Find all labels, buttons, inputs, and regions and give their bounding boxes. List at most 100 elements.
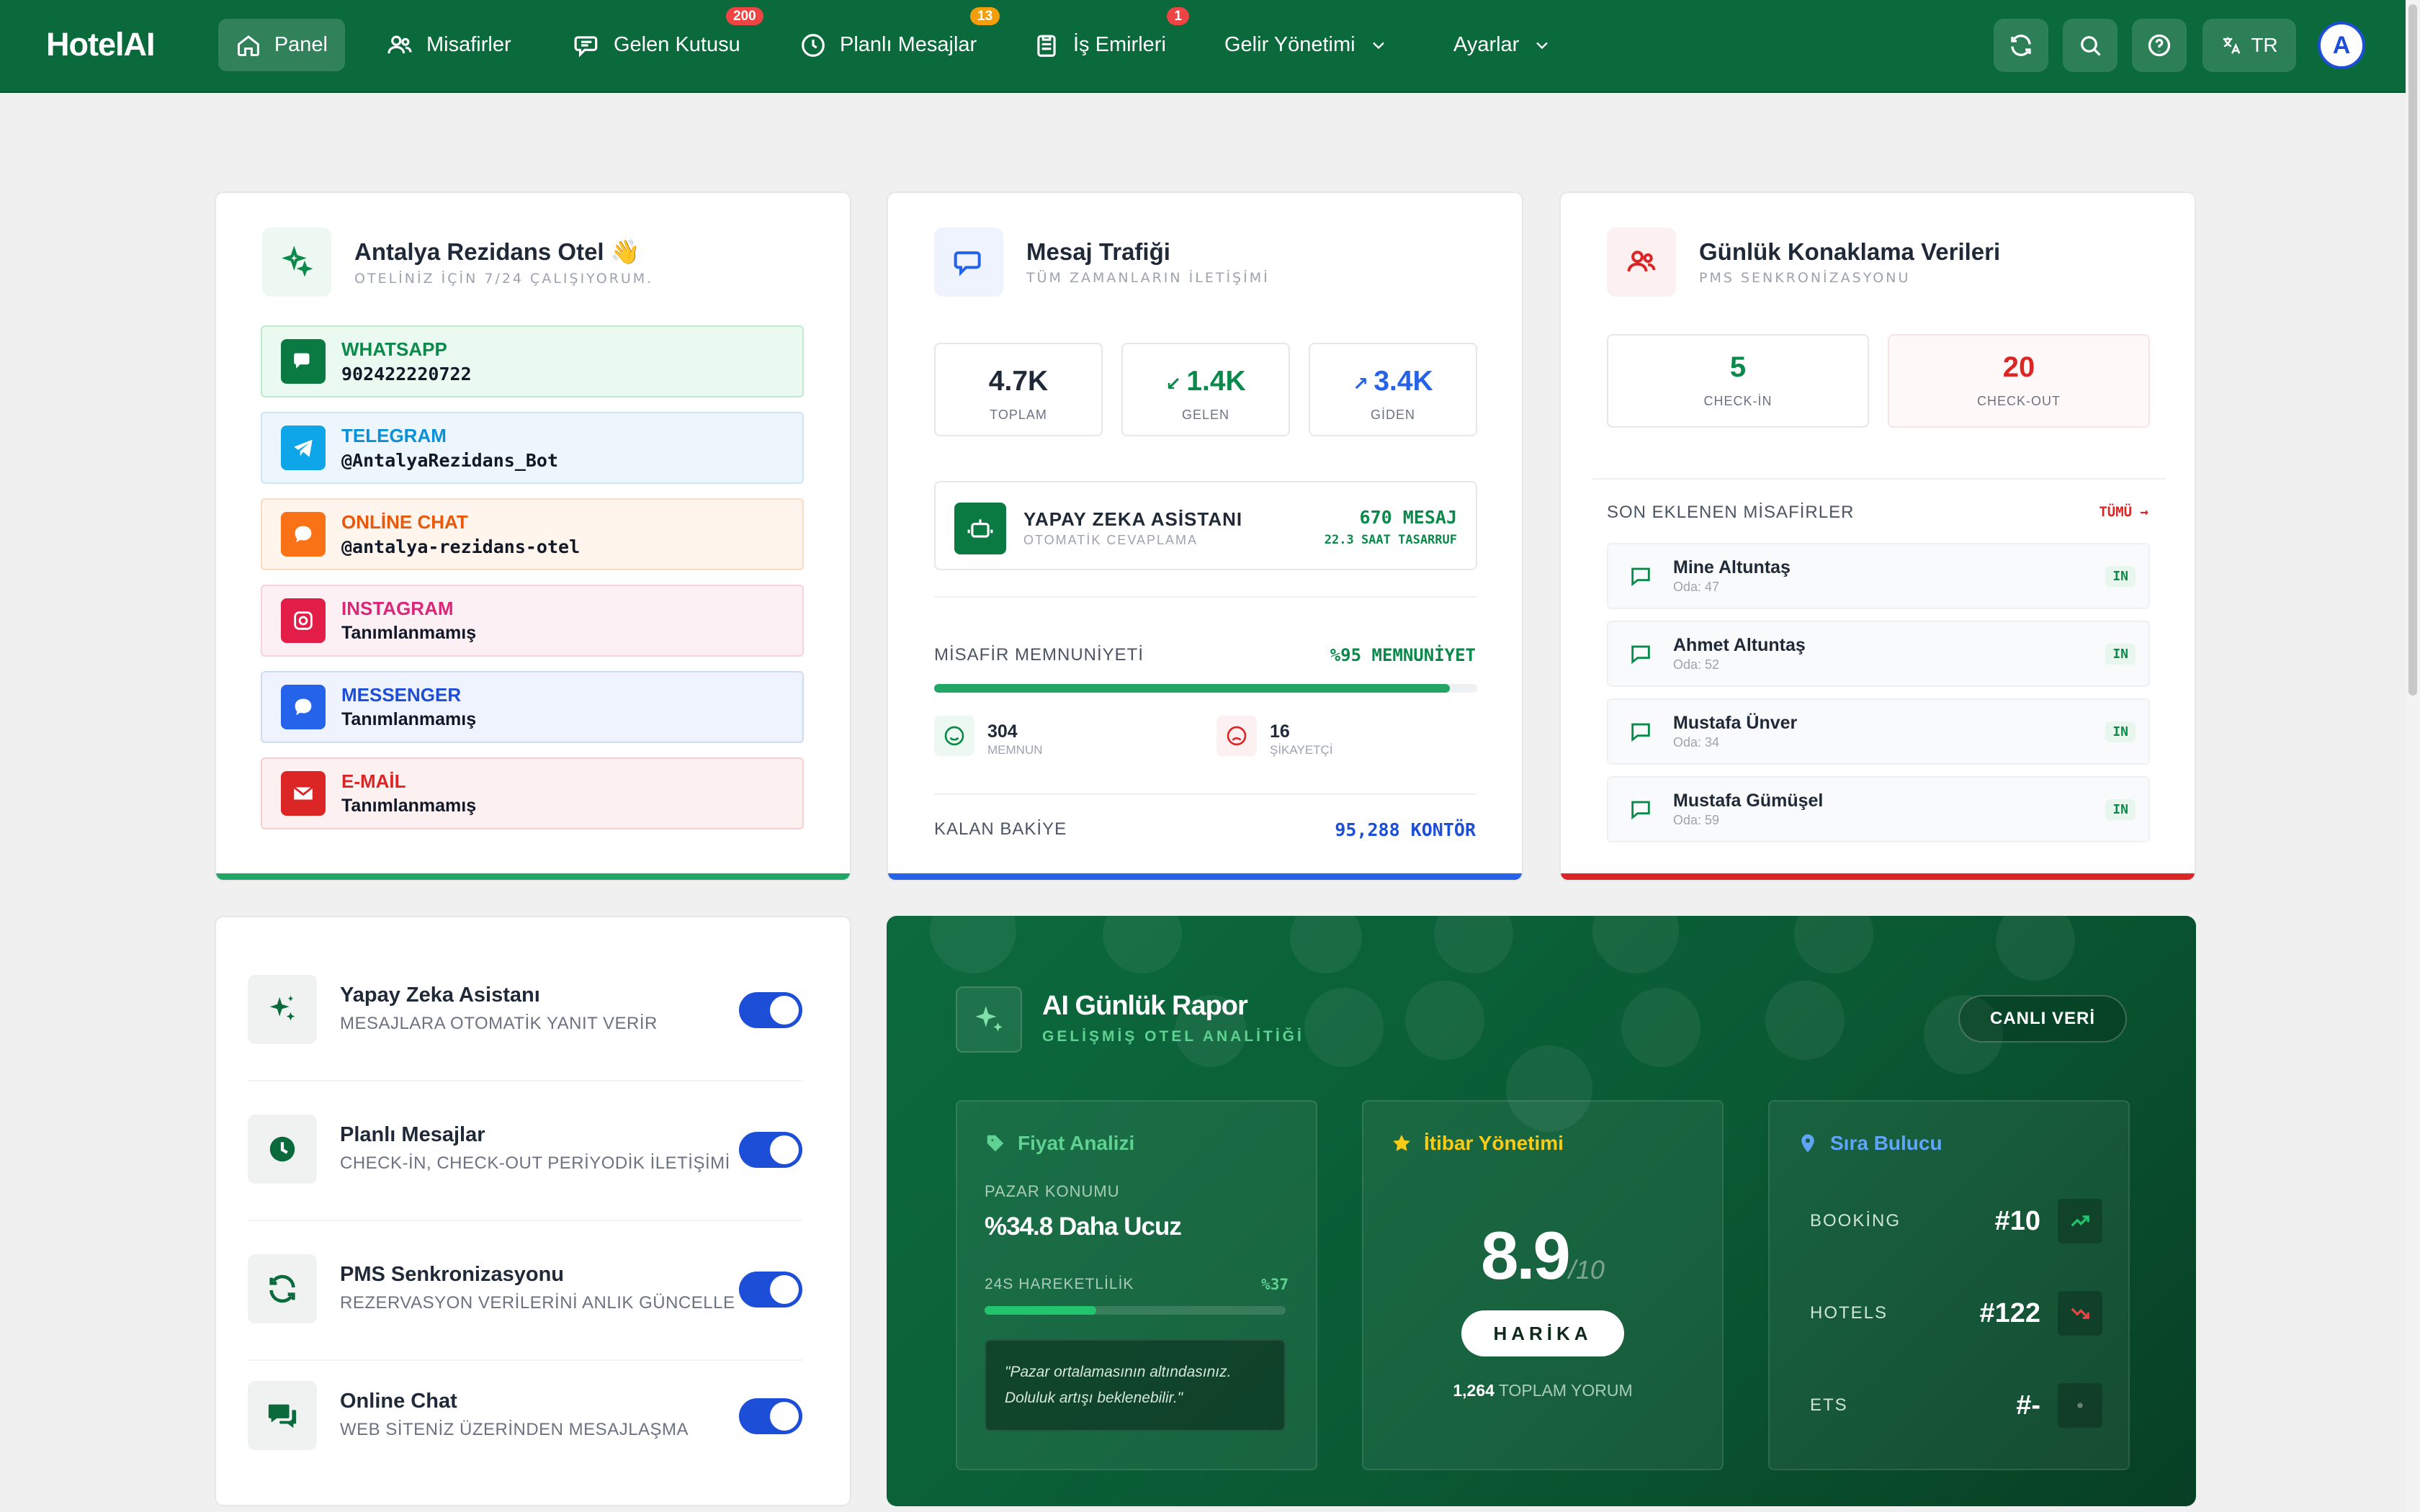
chevron-down-icon [1536,42,1549,49]
trend-up-icon[interactable] [2058,1199,2102,1243]
guest-row[interactable]: Mustafa Ünver Oda: 34 IN [1607,698,2150,765]
nav-inbox[interactable]: Gelen Kutusu 200 [556,7,763,71]
channel-telegram[interactable]: TELEGRAM @AntalyaRezidans_Bot [261,412,804,484]
rank-source-label: HOTELS [1810,1303,1888,1323]
frown-icon [1216,716,1257,756]
nav-work-orders[interactable]: İş Emirleri 1 [1016,7,1189,71]
smile-icon [934,716,974,756]
rank-row-hotels: HOTELS #122 [1810,1291,2105,1336]
search-button[interactable] [2063,19,2118,72]
search-icon [2081,36,2101,56]
guest-name: Mustafa Gümüşel [1673,791,1824,811]
telegram-icon [281,426,326,470]
channel-messenger[interactable]: MESSENGER Tanımlanmamış [261,671,804,743]
neutral-dot-icon[interactable] [2058,1383,2102,1428]
user-avatar[interactable]: A [2318,22,2365,69]
hotel-name: Antalya Rezidans Otel 👋 [354,238,640,265]
nav-settings-dropdown[interactable]: Ayarlar [1436,19,1569,71]
guest-row[interactable]: Mine Altuntaş Oda: 47 IN [1607,543,2150,609]
stat-total: 4.7K TOPLAM [934,343,1103,436]
feature-title: Planlı Mesajlar [340,1123,485,1146]
nav-panel-label: Panel [274,33,328,56]
inbox-chat-icon [574,35,598,57]
card-accent-bar [1561,873,2195,880]
volatility-label: 24S HAREKETLİLİK [985,1276,1134,1292]
feature-toggles-card: Yapay Zeka Asistanı MESAJLARA OTOMATİK Y… [215,916,851,1506]
decorative-circle [1434,916,1513,973]
volatility-bar [985,1306,1286,1315]
feature-title: Yapay Zeka Asistanı [340,984,540,1007]
rank-value: #122 [1979,1297,2040,1328]
feature-subtitle: CHECK-İN, CHECK-OUT PERİYODİK İLETİŞİMİ [340,1153,730,1173]
nav-revenue-dropdown[interactable]: Gelir Yönetimi [1207,19,1406,71]
language-switcher[interactable]: TR [2202,19,2296,72]
arrow-down-left-icon: ↙ [1165,373,1187,395]
divider [934,793,1477,795]
stat-incoming-value: 1.4K [1186,366,1246,397]
clock-icon [802,33,825,57]
reputation-title: İtibar Yönetimi [1424,1132,1564,1154]
daily-stay-card: Günlük Konaklama Verileri PMS SENKRONİZA… [1559,192,2196,881]
price-analysis-title: Fiyat Analizi [1018,1132,1135,1154]
nav-guests[interactable]: Misafirler [369,19,529,71]
checkin-label: CHECK-İN [1703,394,1773,408]
volatility-bar-fill [985,1306,1096,1315]
page-scrollbar-thumb[interactable] [2408,4,2417,696]
rank-value: #- [2016,1390,2040,1421]
stat-total-value: 4.7K [988,366,1049,397]
ai-assistant-summary[interactable]: YAPAY ZEKA ASİSTANI OTOMATİK CEVAPLAMA 6… [934,481,1477,570]
channel-whatsapp[interactable]: WHATSAPP 902422220722 [261,325,804,397]
star-icon [1393,1135,1410,1151]
ai-assistant-title: YAPAY ZEKA ASİSTANI [1023,508,1243,530]
feature-subtitle: MESAJLARA OTOMATİK YANIT VERİR [340,1014,658,1033]
reputation-score: 8.9 [1481,1218,1571,1293]
channel-instagram[interactable]: INSTAGRAM Tanımlanmamış [261,585,804,657]
message-icon [1631,567,1650,587]
nav-scheduled[interactable]: Planlı Mesajlar 13 [782,7,1000,71]
trend-down-icon[interactable] [2058,1291,2102,1336]
robot-icon [954,503,1006,554]
chat-bubbles-icon [248,1381,317,1450]
guest-row[interactable]: Mustafa Gümüşel Oda: 59 IN [1607,776,2150,842]
feature-row-scheduled: Planlı Mesajlar CHECK-İN, CHECK-OUT PERİ… [248,1112,802,1187]
price-insight-quote: "Pazar ortalamasının altındasınız. Dolul… [985,1339,1286,1431]
traffic-subtitle: TÜM ZAMANLARIN İLETİŞİMİ [1026,270,1270,286]
ai-assistant-toggle[interactable] [739,992,802,1028]
pms-sync-toggle[interactable] [739,1272,802,1308]
ai-assistant-subtitle: OTOMATİK CEVAPLAMA [1023,533,1198,547]
chevron-down-icon [1372,42,1384,49]
decorative-circle [930,916,1016,973]
refresh-button[interactable] [1994,19,2048,72]
all-guests-link[interactable]: TÜMÜ → [2099,504,2148,520]
help-icon [2148,34,2171,57]
translate-icon [2223,37,2241,54]
guest-room: Oda: 52 [1673,657,1720,672]
balance-label: KALAN BAKİYE [934,819,1067,839]
live-data-badge[interactable]: CANLI VERİ [1958,995,2127,1043]
arrow-up-right-icon: ↗ [1353,373,1374,395]
rank-source-label: BOOKİNG [1810,1211,1901,1230]
clipboard-icon [1037,35,1056,57]
divider [248,1359,802,1361]
scheduled-messages-toggle[interactable] [739,1132,802,1168]
guest-status-badge: IN [2105,566,2136,587]
nav-revenue-label: Gelir Yönetimi [1224,33,1355,56]
guest-name: Ahmet Altuntaş [1673,635,1806,655]
online-chat-toggle[interactable] [739,1398,802,1434]
sparkles-icon [956,986,1022,1053]
channel-email[interactable]: E-MAİL Tanımlanmamış [261,757,804,829]
arrow-right-icon: → [2132,504,2148,520]
stat-outgoing-label: GİDEN [1370,408,1415,422]
checkin-stat: 5 CHECK-İN [1607,334,1869,428]
channel-online-chat[interactable]: ONLİNE CHAT @antalya-rezidans-otel [261,498,804,570]
decorative-circle [1290,916,1362,973]
ai-assistant-saving: 22.3 SAAT TASARRUF [1324,533,1457,547]
nav-inbox-label: Gelen Kutusu [614,33,740,56]
stat-incoming-label: GELEN [1181,408,1230,422]
guest-name: Mustafa Ünver [1673,713,1798,733]
help-button[interactable] [2132,19,2187,72]
guest-row[interactable]: Ahmet Altuntaş Oda: 52 IN [1607,621,2150,687]
refresh-icon [2011,35,2031,56]
app-logo[interactable]: HotelAI [46,26,155,63]
nav-panel[interactable]: Panel [218,19,345,71]
